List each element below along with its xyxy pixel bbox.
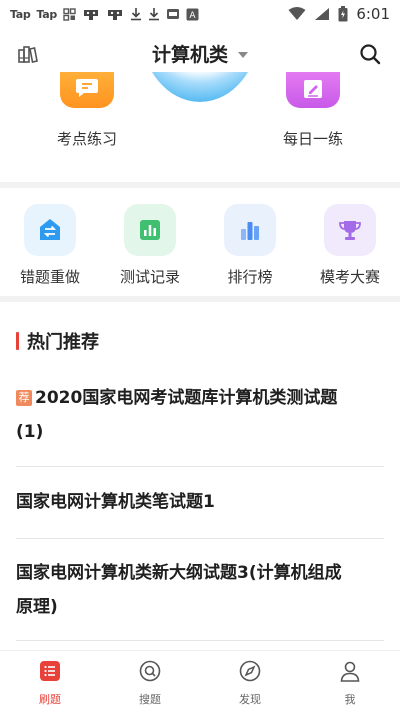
user-icon bbox=[338, 659, 362, 683]
redo-icon bbox=[24, 204, 76, 256]
search-icon[interactable] bbox=[358, 42, 382, 66]
status-time: 6:01 bbox=[356, 5, 390, 23]
feature-label-practice[interactable]: 考点练习 bbox=[27, 128, 147, 149]
grid-icon bbox=[63, 7, 76, 21]
a-box-icon: A bbox=[186, 8, 199, 21]
list-separator bbox=[16, 466, 384, 467]
hot-item-title: 荐 2020国家电网考试题库计算机类测试题 bbox=[16, 381, 384, 415]
start-practice-ring[interactable] bbox=[140, 72, 260, 102]
nav-label: 刷题 bbox=[39, 693, 61, 706]
quick-action-records[interactable]: 测试记录 bbox=[100, 204, 200, 287]
nav-tab-me[interactable]: 我 bbox=[310, 659, 390, 707]
nav-label: 我 bbox=[344, 693, 356, 706]
status-right: 6:01 bbox=[288, 5, 390, 23]
hot-item-line2: (1) bbox=[16, 422, 44, 442]
quick-action-ranking[interactable]: 排行榜 bbox=[200, 204, 300, 287]
mascot-icon bbox=[82, 7, 100, 21]
nav-label: 发现 bbox=[239, 693, 261, 706]
mascot-icon bbox=[106, 7, 124, 21]
battery-saver-icon bbox=[166, 8, 180, 20]
caret-down-icon bbox=[238, 52, 248, 58]
feature-label-daily[interactable]: 每日一练 bbox=[253, 128, 373, 149]
bottom-nav: 刷题 搜题 发现 我 bbox=[0, 650, 400, 711]
quick-action-mock-exam[interactable]: 模考大赛 bbox=[300, 204, 400, 287]
hot-item-line2: 原理) bbox=[16, 597, 58, 617]
quick-action-label: 模考大赛 bbox=[319, 268, 380, 286]
nav-tab-search[interactable]: 搜题 bbox=[110, 659, 190, 707]
section-divider bbox=[0, 182, 400, 188]
svg-text:A: A bbox=[189, 11, 196, 21]
wifi-icon bbox=[288, 7, 306, 21]
nav-tab-practice[interactable]: 刷题 bbox=[10, 659, 90, 707]
nav-tab-discover[interactable]: 发现 bbox=[210, 659, 290, 707]
feature-area: 考点练习 每日一练 bbox=[0, 72, 400, 182]
hot-section-title: 热门推荐 bbox=[27, 332, 99, 353]
quick-action-label: 测试记录 bbox=[119, 268, 180, 286]
status-bar: Tap Tap A 6:01 bbox=[0, 0, 400, 28]
trophy-icon bbox=[324, 204, 376, 256]
tap-app-icon: Tap bbox=[36, 7, 57, 21]
app-header: 计算机类 bbox=[0, 36, 400, 72]
quick-action-label: 排行榜 bbox=[227, 268, 273, 286]
hot-list-item[interactable]: 荐 2020国家电网考试题库计算机类测试题 (1) bbox=[16, 381, 384, 449]
signal-icon bbox=[314, 7, 330, 21]
quick-actions: 错题重做 测试记录 排行榜 模考大赛 bbox=[0, 200, 400, 292]
nav-label: 搜题 bbox=[139, 693, 161, 706]
bar-chart-icon bbox=[124, 204, 176, 256]
status-left-icons: Tap Tap A bbox=[10, 7, 199, 21]
hot-item-line1: 国家电网计算机类新大纲试题3(计算机组成 bbox=[16, 563, 342, 583]
quick-action-redo[interactable]: 错题重做 bbox=[0, 204, 100, 287]
hot-list-item[interactable]: 国家电网计算机类笔试题1 bbox=[16, 485, 384, 519]
accent-bar bbox=[16, 332, 19, 350]
compass-icon bbox=[238, 659, 262, 683]
list-separator bbox=[16, 640, 384, 641]
download-icon bbox=[130, 7, 142, 21]
quick-action-label: 错题重做 bbox=[19, 268, 80, 286]
page-title: 计算机类 bbox=[151, 44, 228, 66]
edit-icon[interactable] bbox=[286, 72, 340, 108]
category-selector[interactable]: 计算机类 bbox=[0, 40, 400, 67]
battery-icon bbox=[338, 6, 348, 22]
download-icon bbox=[148, 7, 160, 21]
hot-item-line1: 国家电网计算机类笔试题1 bbox=[16, 492, 215, 512]
list-icon bbox=[38, 659, 62, 683]
recommend-badge: 荐 bbox=[16, 390, 32, 406]
hot-list-item[interactable]: 国家电网计算机类新大纲试题3(计算机组成 原理) bbox=[16, 556, 384, 624]
section-divider bbox=[0, 296, 400, 302]
chat-icon[interactable] bbox=[60, 72, 114, 108]
search-circle-icon bbox=[138, 659, 162, 683]
list-separator bbox=[16, 538, 384, 539]
hot-section-header: 热门推荐 bbox=[16, 328, 99, 354]
hot-item-line1: 2020国家电网考试题库计算机类测试题 bbox=[35, 388, 338, 408]
ranking-icon bbox=[224, 204, 276, 256]
tap-app-icon: Tap bbox=[10, 7, 31, 21]
